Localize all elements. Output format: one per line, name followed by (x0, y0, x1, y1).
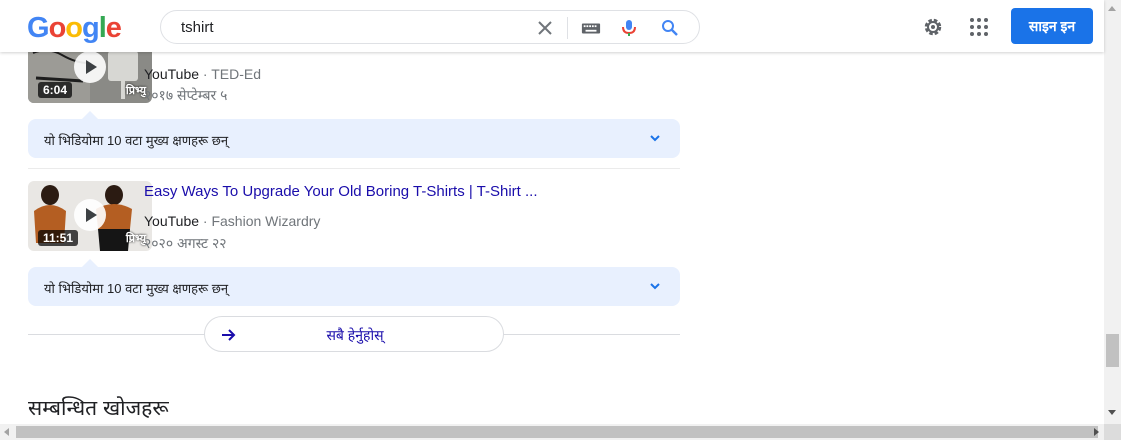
search-icon[interactable] (660, 18, 680, 38)
settings-gear-icon[interactable] (921, 15, 945, 39)
horizontal-scroll-thumb[interactable] (16, 426, 1098, 438)
header-bar: Google tshirt साइन इन (0, 0, 1104, 52)
video-date: २०१७ सेप्टेम्बर ५ (144, 87, 228, 103)
vertical-scrollbar[interactable] (1104, 0, 1121, 424)
sign-in-button[interactable]: साइन इन (1011, 8, 1093, 44)
result-divider (28, 168, 680, 169)
logo-letter: o (65, 12, 83, 44)
chevron-down-icon (650, 135, 660, 142)
key-moments-toggle[interactable]: यो भिडियोमा 10 वटा मुख्य क्षणहरू छन् (28, 267, 680, 306)
video-date: २०२० अगस्ट २२ (144, 235, 227, 251)
key-moments-label: यो भिडियोमा 10 वटा मुख्य क्षणहरू छन् (44, 133, 229, 148)
key-moments-label: यो भिडियोमा 10 वटा मुख्य क्षणहरू छन् (44, 281, 229, 296)
video-source: YouTube · Fashion Wizardry (144, 213, 320, 229)
microphone-icon[interactable] (619, 18, 639, 38)
source-channel: Fashion Wizardry (211, 213, 321, 229)
search-box[interactable]: tshirt (160, 10, 700, 44)
scroll-down-arrow-icon[interactable] (1108, 410, 1116, 415)
vertical-scroll-thumb[interactable] (1106, 334, 1119, 367)
see-all-button[interactable]: सबै हेर्नुहोस् (204, 316, 504, 352)
scroll-right-arrow-icon[interactable] (1094, 428, 1099, 436)
play-icon (74, 199, 106, 231)
video-duration: 6:04 (38, 82, 73, 98)
logo-letter: g (82, 12, 100, 44)
preview-label: प्रिभ्यु (125, 85, 146, 97)
video-title-link[interactable]: Easy Ways To Upgrade Your Old Boring T-S… (144, 183, 538, 200)
source-separator: · (199, 66, 212, 82)
video-duration: 11:51 (38, 230, 79, 246)
search-divider (567, 17, 568, 39)
source-channel: TED-Ed (211, 66, 262, 82)
source-site: YouTube (144, 213, 200, 229)
key-moments-notch (82, 259, 98, 267)
source-site: YouTube (144, 66, 200, 82)
play-icon (74, 51, 106, 83)
logo-letter: l (98, 12, 107, 44)
keyboard-icon[interactable] (581, 18, 601, 38)
apps-grid-icon[interactable] (967, 15, 991, 39)
video-source: YouTube · TED-Ed (144, 66, 261, 82)
logo-letter: G (27, 12, 50, 44)
scrollbar-corner (1104, 424, 1121, 440)
related-searches-heading: सम्बन्धित खोजहरू (28, 397, 169, 420)
scroll-up-arrow-icon[interactable] (1108, 6, 1116, 11)
clear-icon[interactable] (535, 18, 555, 38)
horizontal-scrollbar[interactable] (0, 424, 1104, 440)
source-separator: · (199, 213, 212, 229)
logo-letter: e (105, 12, 122, 44)
chevron-down-icon (650, 283, 660, 290)
preview-label: प्रिभ्यु (125, 233, 146, 245)
search-input[interactable]: tshirt (181, 19, 214, 36)
logo-letter: o (48, 12, 67, 44)
scroll-left-arrow-icon[interactable] (4, 428, 9, 436)
key-moments-toggle[interactable]: यो भिडियोमा 10 वटा मुख्य क्षणहरू छन् (28, 119, 680, 158)
google-logo[interactable]: Google (27, 11, 122, 45)
key-moments-notch (82, 111, 98, 119)
see-all-label: सबै हेर्नुहोस् (326, 327, 384, 343)
video-thumbnail[interactable]: 11:51 प्रिभ्यु (28, 181, 152, 251)
